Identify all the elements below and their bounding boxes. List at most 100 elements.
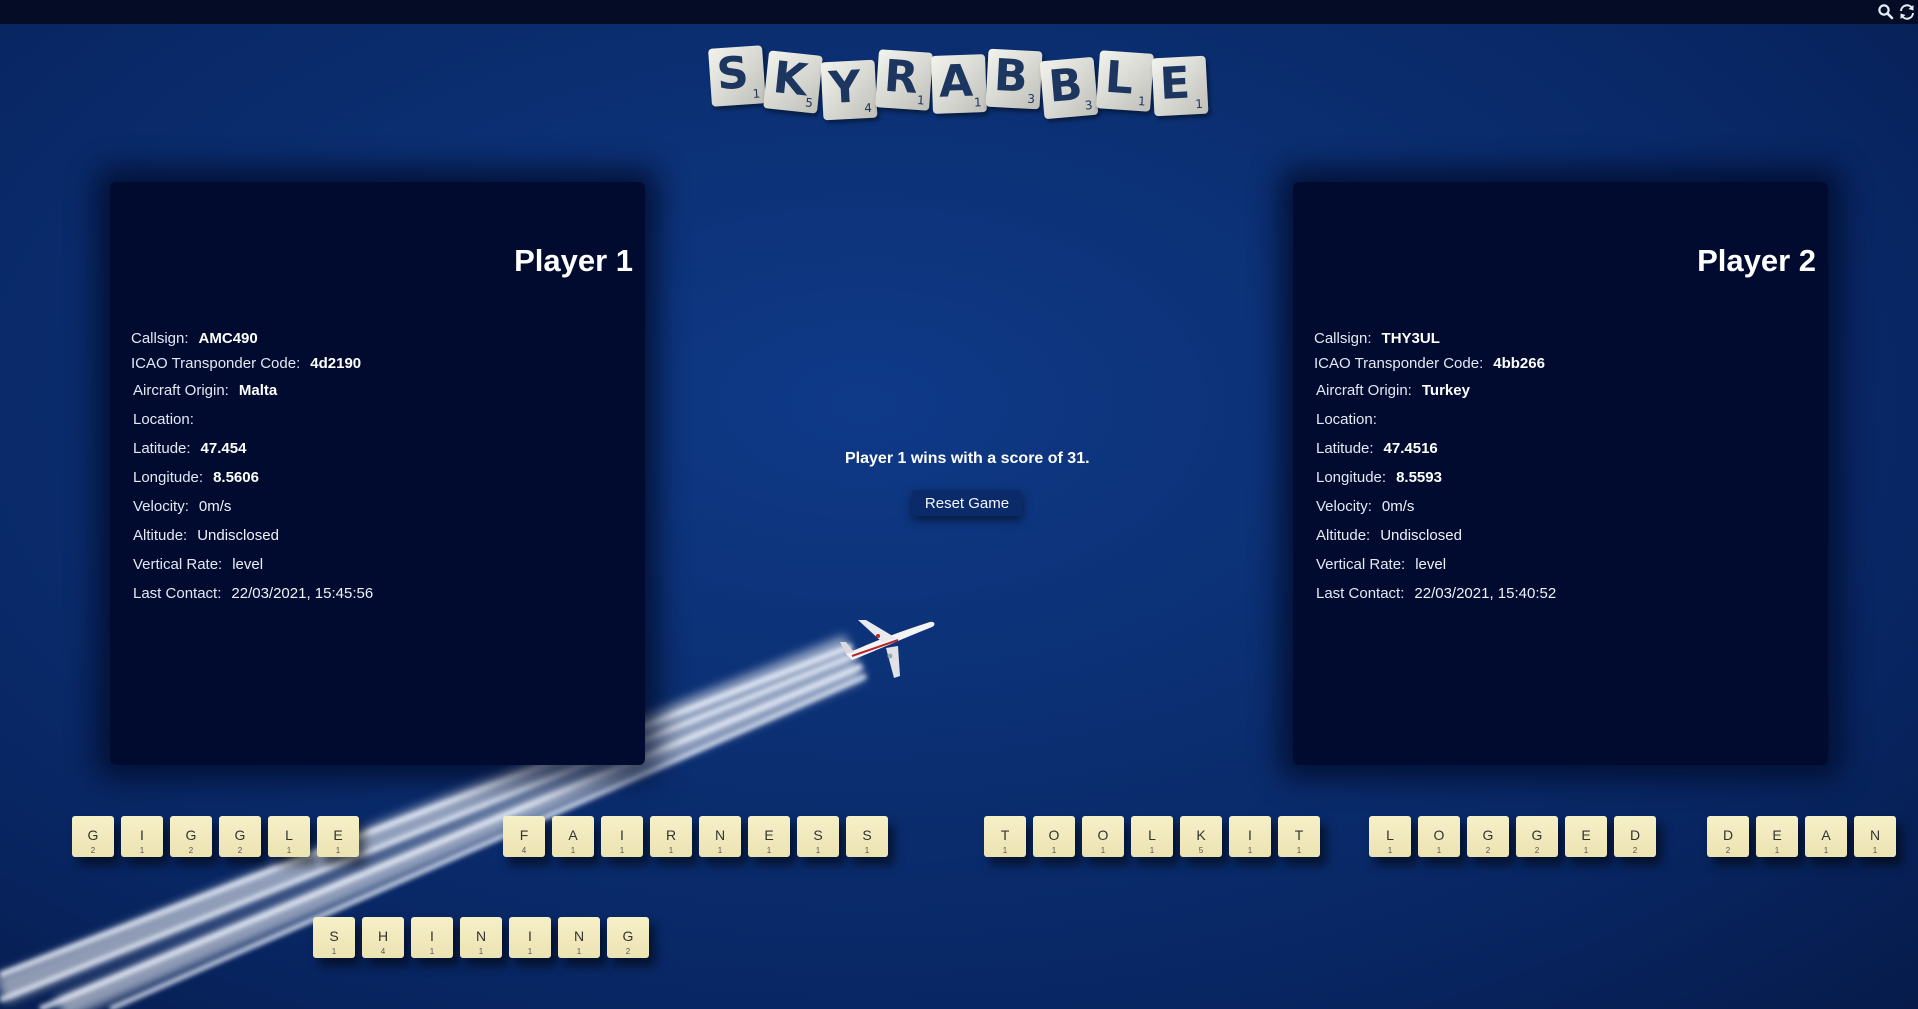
last-contact-row: Last Contact: 22/03/2021, 15:40:52	[1316, 585, 1556, 602]
tile-points: 2	[237, 846, 243, 855]
latitude-row: Latitude: 47.4516	[1316, 440, 1438, 457]
letter-tile[interactable]: N1	[460, 917, 502, 958]
velocity-label: Velocity:	[1316, 498, 1372, 515]
tile-points: 1	[1823, 846, 1829, 855]
tile-letter: L	[285, 827, 293, 843]
letter-tile[interactable]: K5	[1180, 816, 1222, 857]
letter-tile[interactable]: S1	[846, 816, 888, 857]
letter-tile[interactable]: R1	[650, 816, 692, 857]
letter-tile[interactable]: S1	[797, 816, 839, 857]
logo-tile: L1	[1096, 50, 1154, 112]
player-2-card: Player 2 Callsign: THY3UL ICAO Transponde…	[1293, 182, 1828, 765]
tile-letter: F	[519, 827, 529, 843]
letter-tile[interactable]: D2	[1614, 816, 1656, 857]
latitude-row: Latitude: 47.454	[133, 440, 246, 457]
tile-points: 1	[1583, 846, 1589, 855]
letter-tile[interactable]: N1	[558, 917, 600, 958]
tile-points: 1	[668, 846, 674, 855]
tile-points: 1	[1774, 846, 1780, 855]
letter-tile[interactable]: G2	[1467, 816, 1509, 857]
letter-tile[interactable]: O1	[1033, 816, 1075, 857]
reset-game-button[interactable]: Reset Game	[912, 490, 1022, 516]
logo-tile-points: 1	[1137, 93, 1147, 109]
letter-tile[interactable]: E1	[317, 816, 359, 857]
origin-label: Aircraft Origin:	[1316, 382, 1412, 399]
tile-letter: G	[185, 827, 197, 843]
logo-tile-points: 1	[1194, 96, 1204, 112]
tile-letter: L	[1386, 827, 1394, 843]
tile-points: 5	[1198, 846, 1204, 855]
logo-tile: Y4	[820, 59, 878, 121]
tile-points: 1	[1872, 846, 1878, 855]
origin-row: Aircraft Origin: Turkey	[1316, 382, 1470, 399]
tile-points: 1	[335, 846, 341, 855]
letter-tile[interactable]: G2	[72, 816, 114, 857]
letter-tile[interactable]: N1	[1854, 816, 1896, 857]
letter-tile[interactable]: I1	[411, 917, 453, 958]
origin-value: Turkey	[1421, 382, 1470, 399]
icao-row: ICAO Transponder Code: 4d2190	[131, 355, 361, 372]
letter-tile[interactable]: T1	[984, 816, 1026, 857]
letter-tile[interactable]: G2	[219, 816, 261, 857]
tile-points: 2	[90, 846, 96, 855]
tile-points: 2	[1725, 846, 1731, 855]
tile-letter: T	[1294, 827, 1304, 843]
player-2-title: Player 2	[1697, 243, 1816, 278]
last-contact-label: Last Contact:	[133, 585, 222, 602]
letter-tile[interactable]: L1	[268, 816, 310, 857]
tile-letter: O	[1433, 827, 1445, 843]
word-giggle: G2I1G2G2L1E1	[72, 816, 359, 857]
tile-points: 1	[619, 846, 625, 855]
letter-tile[interactable]: I1	[601, 816, 643, 857]
letter-tile[interactable]: E1	[1565, 816, 1607, 857]
icao-value: 4bb266	[1493, 355, 1545, 372]
letter-tile[interactable]: S1	[313, 917, 355, 958]
letter-tile[interactable]: A1	[1805, 816, 1847, 857]
letter-tile[interactable]: I1	[121, 816, 163, 857]
word-toolkit: T1O1O1L1K5I1T1	[984, 816, 1320, 857]
letter-tile[interactable]: H4	[362, 917, 404, 958]
logo-tile-letter: K	[770, 52, 810, 107]
tile-letter: G	[1482, 827, 1494, 843]
letter-tile[interactable]: G2	[607, 917, 649, 958]
letter-tile[interactable]: L1	[1369, 816, 1411, 857]
letter-tile[interactable]: G2	[1516, 816, 1558, 857]
longitude-value: 8.5593	[1396, 469, 1442, 486]
letter-tile[interactable]: O1	[1082, 816, 1124, 857]
tile-points: 2	[1534, 846, 1540, 855]
longitude-value: 8.5606	[213, 469, 259, 486]
logo-tile-letter: S	[715, 47, 751, 101]
letter-tile[interactable]: D2	[1707, 816, 1749, 857]
tile-letter: O	[1097, 827, 1109, 843]
letter-tile[interactable]: E1	[748, 816, 790, 857]
letter-tile[interactable]: G2	[170, 816, 212, 857]
tile-points: 1	[478, 947, 484, 956]
letter-tile[interactable]: E1	[1756, 816, 1798, 857]
tile-points: 1	[1100, 846, 1106, 855]
altitude-value: Undisclosed	[197, 527, 279, 544]
location-row: Location:	[133, 411, 194, 428]
logo-tile-points: 5	[804, 95, 814, 111]
last-contact-label: Last Contact:	[1316, 585, 1405, 602]
letter-tile[interactable]: L1	[1131, 816, 1173, 857]
vertical-rate-label: Vertical Rate:	[1316, 556, 1406, 573]
tile-points: 1	[1387, 846, 1393, 855]
letter-tile[interactable]: N1	[699, 816, 741, 857]
letter-tile[interactable]: T1	[1278, 816, 1320, 857]
origin-label: Aircraft Origin:	[133, 382, 229, 399]
tile-letter: G	[234, 827, 246, 843]
tile-letter: I	[430, 928, 434, 944]
letter-tile[interactable]: F4	[503, 816, 545, 857]
tile-points: 1	[717, 846, 723, 855]
location-label: Location:	[1316, 411, 1377, 428]
tile-letter: E	[764, 827, 774, 843]
letter-tile[interactable]: O1	[1418, 816, 1460, 857]
logo-tile: E1	[1151, 55, 1209, 117]
longitude-row: Longitude: 8.5606	[133, 469, 259, 486]
skyrabble-logo: S1K5Y4R1A1B3B3L1E1	[708, 45, 1210, 135]
letter-tile[interactable]: A1	[552, 816, 594, 857]
velocity-value: 0m/s	[198, 498, 232, 515]
letter-tile[interactable]: I1	[1229, 816, 1271, 857]
logo-tile-letter: R	[882, 50, 920, 104]
letter-tile[interactable]: I1	[509, 917, 551, 958]
